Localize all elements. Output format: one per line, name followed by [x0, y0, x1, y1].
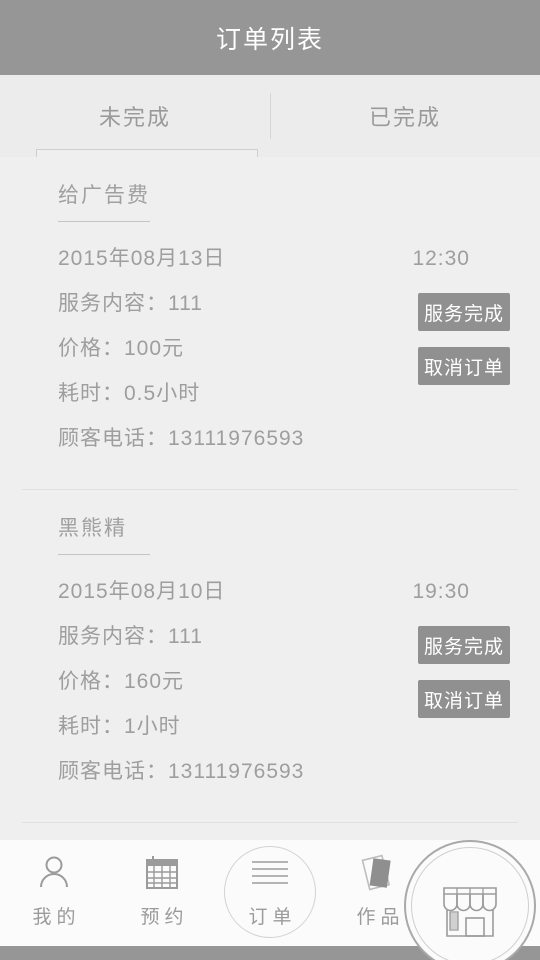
tab-completed-label: 已完成: [368, 105, 441, 130]
order-title: 给广告费: [58, 184, 150, 207]
calendar-icon: [142, 850, 182, 896]
order-date: 2015年08月10日: [58, 580, 226, 603]
nav-item-profile[interactable]: 我的: [0, 850, 108, 929]
cancel-order-button[interactable]: 取消订单: [418, 347, 510, 385]
order-title-rule: [58, 221, 150, 222]
order-time: 19:30: [412, 580, 470, 603]
phone-value: 13111976593: [168, 760, 305, 783]
service-content-value: 111: [168, 292, 203, 315]
service-content-label: 服务内容：: [58, 625, 168, 648]
phone-value: 13111976593: [168, 427, 305, 450]
order-time: 12:30: [412, 247, 470, 270]
page-title: 订单列表: [215, 25, 324, 54]
nav-label-profile: 我的: [32, 907, 81, 928]
order-title: 黑熊精: [58, 517, 127, 540]
price-label: 价格：: [58, 337, 124, 360]
service-complete-button[interactable]: 服务完成: [418, 293, 510, 331]
order-actions: 服务完成 取消订单: [418, 626, 510, 718]
nav-label-works: 作品: [356, 907, 405, 928]
list-lines-icon: [248, 850, 292, 896]
nav-item-orders[interactable]: 订单: [216, 846, 324, 938]
order-list[interactable]: 给广告费 2015年08月13日 12:30 服务内容： 111 价格： 100…: [0, 157, 540, 840]
cancel-order-button[interactable]: 取消订单: [418, 680, 510, 718]
order-actions: 服务完成 取消订单: [418, 293, 510, 385]
nav-label-orders: 订单: [248, 907, 297, 928]
phone-label: 顾客电话：: [58, 760, 168, 783]
service-complete-button[interactable]: 服务完成: [418, 626, 510, 664]
order-datetime-row: 2015年08月10日 19:30: [58, 575, 510, 605]
order-card[interactable]: 猪八戒: [0, 823, 540, 840]
app-header: 订单列表: [0, 0, 540, 75]
price-label: 价格：: [58, 670, 124, 693]
order-title-rule: [58, 554, 150, 555]
person-icon: [34, 850, 74, 896]
shop-button[interactable]: [404, 840, 536, 960]
tab-completed[interactable]: 已完成: [270, 75, 540, 157]
phone-label: 顾客电话：: [58, 427, 168, 450]
price-value: 160元: [124, 670, 185, 693]
order-date: 2015年08月13日: [58, 247, 226, 270]
storefront-icon: [428, 862, 512, 951]
tab-incomplete-label: 未完成: [98, 105, 171, 130]
duration-label: 耗时：: [58, 382, 124, 405]
duration-value: 1小时: [124, 715, 181, 738]
order-phone-row: 顾客电话： 13111976593: [58, 422, 510, 452]
nav-label-appointments: 预约: [140, 907, 189, 928]
order-datetime-row: 2015年08月13日 12:30: [58, 242, 510, 272]
order-phone-row: 顾客电话： 13111976593: [58, 755, 510, 785]
nav-item-appointments[interactable]: 预约: [108, 850, 216, 929]
order-status-tabs: 未完成 已完成: [0, 75, 540, 158]
duration-label: 耗时：: [58, 715, 124, 738]
service-content-label: 服务内容：: [58, 292, 168, 315]
price-value: 100元: [124, 337, 185, 360]
tab-incomplete[interactable]: 未完成: [0, 75, 270, 157]
service-content-value: 111: [168, 625, 203, 648]
order-card[interactable]: 黑熊精 2015年08月10日 19:30 服务内容： 111 价格： 160元…: [0, 490, 540, 818]
order-card[interactable]: 给广告费 2015年08月13日 12:30 服务内容： 111 价格： 100…: [0, 157, 540, 485]
duration-value: 0.5小时: [124, 382, 201, 405]
photos-icon: [357, 850, 399, 896]
